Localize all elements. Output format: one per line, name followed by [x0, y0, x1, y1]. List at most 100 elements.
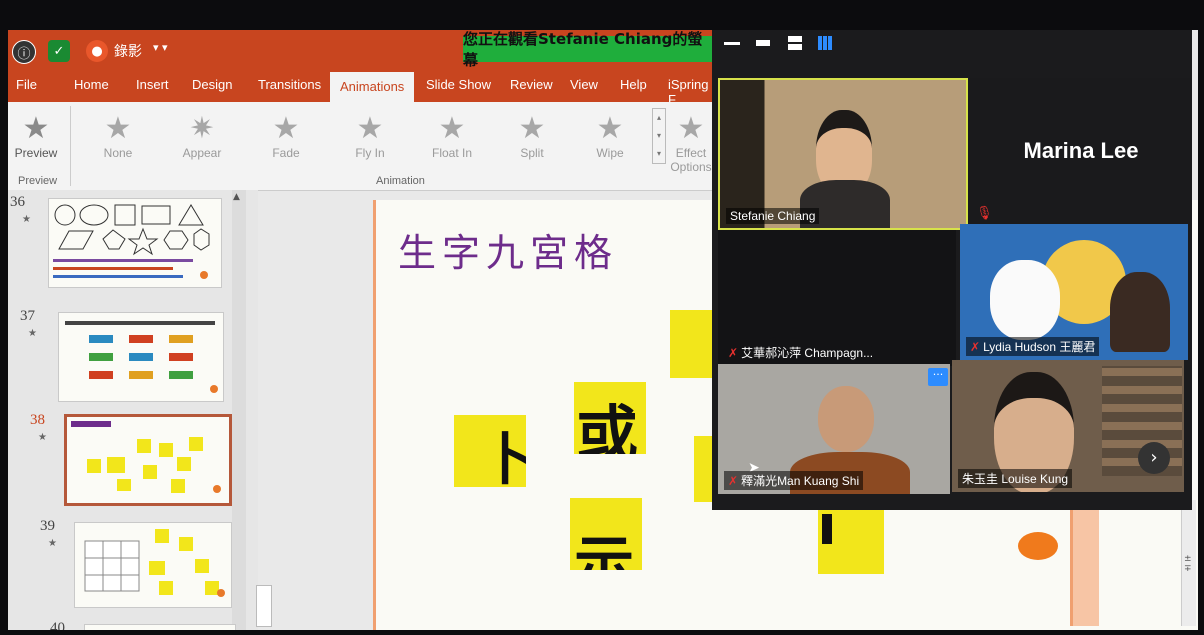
view-strip-icon[interactable]	[756, 40, 770, 46]
tab-home[interactable]: Home	[74, 77, 109, 92]
video-tile-mankuang[interactable]: ··· ➤ ✗ 釋滿光Man Kuang Shi	[718, 364, 950, 494]
mic-muted-icon: ✗	[728, 346, 739, 360]
effect-label: Wipe	[596, 146, 624, 160]
mic-muted-icon: 🎙	[976, 206, 993, 221]
effect-label: Fade	[272, 146, 300, 160]
screen-share-banner: 您正在觀看Stefanie Chiang的螢幕	[463, 30, 713, 69]
thumbnail-37[interactable]	[58, 312, 224, 402]
tab-view[interactable]: View	[570, 77, 598, 92]
preview-label: Preview	[14, 146, 58, 160]
effect-none[interactable]: ★ None	[90, 112, 146, 160]
effect-fly-in[interactable]: ★ Fly In	[342, 112, 398, 160]
thumbnail-36[interactable]	[48, 198, 222, 288]
effect-label: Split	[520, 146, 544, 160]
effect-options-button[interactable]: ★ Effect Options	[666, 112, 716, 174]
speaker-view-icon[interactable]	[788, 36, 802, 50]
effect-label: None	[103, 146, 133, 160]
video-tile-champagn[interactable]: ✗ 艾華郝沁萍 Champagn...	[718, 230, 956, 366]
tab-help[interactable]: Help	[620, 77, 647, 92]
slide-number: 40	[50, 620, 65, 630]
effect-options-label: Effect	[675, 146, 707, 160]
mic-muted-icon: ✗	[970, 340, 981, 354]
effect-label: Float In	[431, 146, 473, 160]
char-card[interactable]: 示	[570, 498, 642, 570]
zoom-video-panel: Stefanie Chiang Marina Lee 🎙 ✗ 艾華郝沁萍 Cham…	[712, 30, 1192, 510]
more-options-button[interactable]: ···	[928, 368, 948, 386]
dropdown-icon[interactable]: ▾ ▾	[153, 41, 168, 54]
minimize-icon[interactable]	[724, 42, 740, 45]
preview-star-icon: ★	[22, 112, 50, 145]
thumbnail-38-selected[interactable]	[64, 414, 232, 506]
participant-face	[818, 386, 874, 452]
page-nav-icon[interactable]: ± ∓	[1184, 554, 1192, 574]
char-card[interactable]: 或	[574, 382, 646, 454]
animation-ribbon: ★ Preview ★ None ✷ Appear ★ Fade ★ Fly In ★ F…	[8, 102, 718, 191]
effect-wipe[interactable]: ★ Wipe	[582, 112, 638, 160]
effect-fade[interactable]: ★ Fade	[258, 112, 314, 160]
char-glyph: 或	[576, 398, 639, 454]
effect-label: Appear	[182, 146, 222, 160]
anim-marker-icon: ★	[22, 214, 31, 225]
slide-number: 38	[30, 412, 45, 428]
effect-split[interactable]: ★ Split	[504, 112, 560, 160]
video-tile-stefanie[interactable]: Stefanie Chiang	[718, 78, 968, 230]
rabbit-graphic	[990, 260, 1060, 340]
info-icon[interactable]: ⓘ	[12, 40, 36, 64]
preview-button[interactable]: ★ Preview	[8, 112, 64, 160]
thumb-scroll-thumb[interactable]	[256, 585, 272, 627]
effect-float-in[interactable]: ★ Float In	[424, 112, 480, 160]
participant-name-wrap: ✗ Lydia Hudson 王麗君	[966, 337, 1100, 356]
slide-thumbnail-pane: ▲ 36 ★ 37 ★ 38 ★ 39 ★ 40	[8, 190, 272, 630]
shield-icon[interactable]: ✓	[48, 40, 70, 62]
slide-number: 39	[40, 518, 55, 534]
char-glyph: 卜	[482, 427, 526, 487]
star-icon: ★	[677, 112, 705, 145]
effect-label: Fly In	[355, 146, 385, 160]
star-icon: ★	[438, 112, 466, 145]
group-label-animation: Animation	[376, 175, 425, 187]
slide-edge-strip	[1070, 500, 1099, 626]
participant-name: Lydia Hudson 王麗君	[983, 340, 1096, 354]
thumbnail-39[interactable]	[74, 522, 232, 608]
thumb-scrollbar[interactable]	[232, 190, 246, 630]
tab-insert[interactable]: Insert	[136, 77, 169, 92]
grid-preview	[71, 421, 221, 493]
tab-review[interactable]: Review	[510, 77, 553, 92]
ribbon-tabs: File Home Insert Design Transitions Anim…	[8, 72, 718, 107]
numbered-grid-preview	[84, 529, 225, 597]
ribbon-divider	[70, 106, 71, 186]
slide-number: 37	[20, 308, 35, 324]
participant-name-large: Marina Lee	[1023, 138, 1139, 163]
anim-marker-icon: ★	[38, 432, 47, 443]
tab-animations[interactable]: Animations	[330, 72, 415, 102]
gallery-view-icon[interactable]	[818, 36, 832, 50]
video-tile-louise[interactable]: › 朱玉圭 Louise Kung	[952, 360, 1184, 492]
slide-number: 36	[10, 194, 25, 210]
anim-marker-icon: ★	[48, 538, 57, 549]
char-card[interactable]: 卜	[454, 415, 526, 487]
gallery-scroll[interactable]: ▴ ▾ ▾	[652, 108, 666, 164]
tab-design[interactable]: Design	[192, 77, 232, 92]
video-tile-lydia[interactable]: ✗ Lydia Hudson 王麗君	[960, 224, 1188, 360]
tab-file[interactable]: File	[16, 77, 37, 92]
next-page-button[interactable]: ›	[1138, 442, 1170, 474]
star-icon: ★	[104, 112, 132, 145]
tab-slide-show[interactable]: Slide Show	[426, 77, 491, 92]
participant-name: 艾華郝沁萍 Champagn...	[741, 346, 874, 360]
char-card[interactable]	[818, 508, 884, 574]
scroll-up-icon[interactable]: ▲	[233, 192, 240, 202]
shapes-preview	[53, 204, 210, 279]
record-icon[interactable]: ●	[86, 40, 108, 62]
thumbnail-40[interactable]	[84, 624, 236, 630]
star-icon: ★	[518, 112, 546, 145]
participant-name-wrap: ✗ 艾華郝沁萍 Champagn...	[724, 343, 877, 362]
participant-silhouette	[1110, 272, 1170, 352]
effect-appear[interactable]: ✷ Appear	[174, 112, 230, 160]
participant-name-wrap: ✗ 釋滿光Man Kuang Shi	[724, 471, 864, 490]
effect-options-label-2: Options	[670, 160, 712, 174]
anim-marker-icon: ★	[28, 328, 37, 339]
tab-transitions[interactable]: Transitions	[258, 77, 321, 92]
star-icon: ★	[596, 112, 624, 145]
app-title: 錄影	[114, 44, 142, 60]
video-tile-marina[interactable]: Marina Lee 🎙	[970, 78, 1192, 226]
